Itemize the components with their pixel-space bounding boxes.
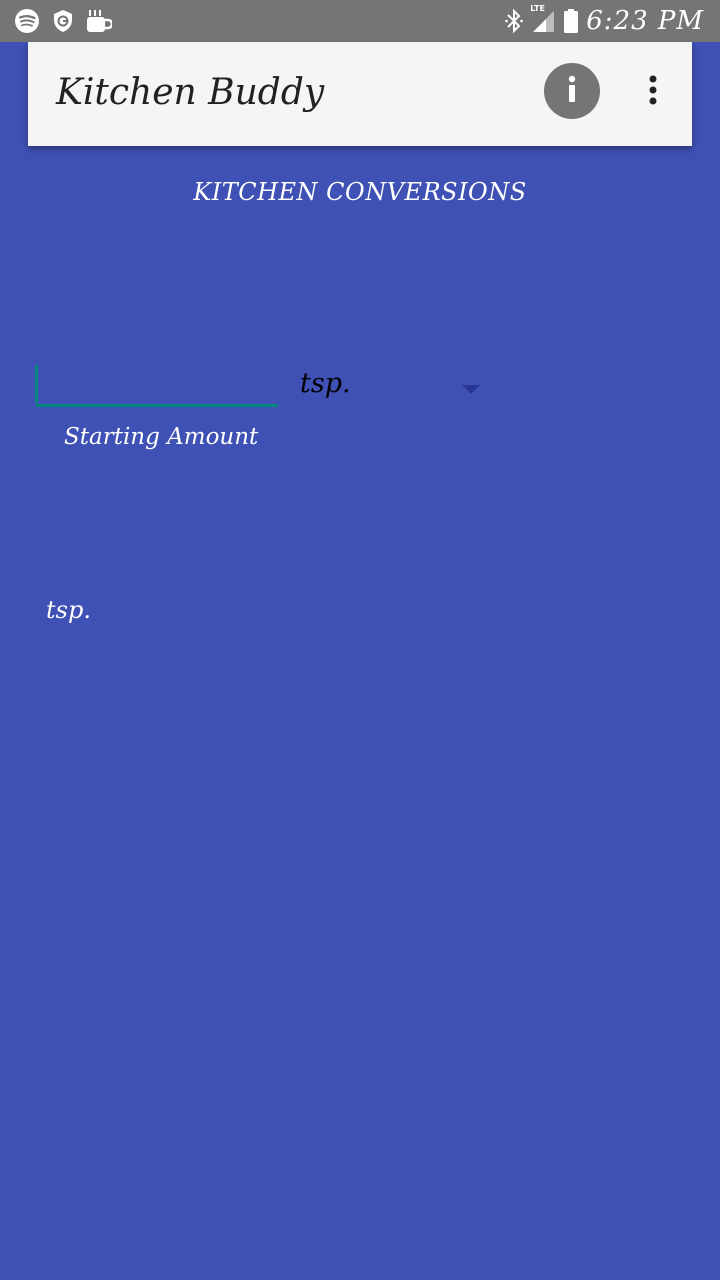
section-title: KITCHEN CONVERSIONS: [193, 178, 527, 206]
network-type-label: LTE: [530, 4, 545, 13]
battery-icon: [564, 9, 579, 33]
unit-select-value: tsp.: [300, 368, 351, 399]
dropdown-arrow-icon: [462, 380, 480, 399]
unit-select-dropdown[interactable]: tsp.: [300, 364, 490, 410]
text-cursor: [35, 365, 38, 403]
info-icon: [566, 75, 578, 107]
status-right-icons: LTE 6:23 PM: [504, 4, 704, 36]
status-time: 6:23 PM: [586, 6, 704, 36]
result-unit-label: tsp.: [46, 596, 91, 624]
status-left-icons: [14, 8, 112, 34]
status-bar: LTE 6:23 PM: [0, 0, 720, 42]
coffee-cup-icon: [86, 8, 112, 34]
cell-signal-icon: LTE: [530, 4, 556, 34]
starting-amount-label: Starting Amount: [64, 424, 259, 450]
vpn-shield-icon: [52, 9, 74, 33]
bluetooth-icon: [504, 8, 524, 34]
spotify-icon: [14, 8, 40, 34]
more-vert-icon: [648, 74, 658, 110]
overflow-menu-button[interactable]: [640, 72, 666, 112]
app-title: Kitchen Buddy: [56, 72, 325, 113]
starting-amount-input[interactable]: [36, 364, 278, 407]
app-bar: Kitchen Buddy: [28, 42, 692, 146]
info-button[interactable]: [544, 63, 600, 119]
